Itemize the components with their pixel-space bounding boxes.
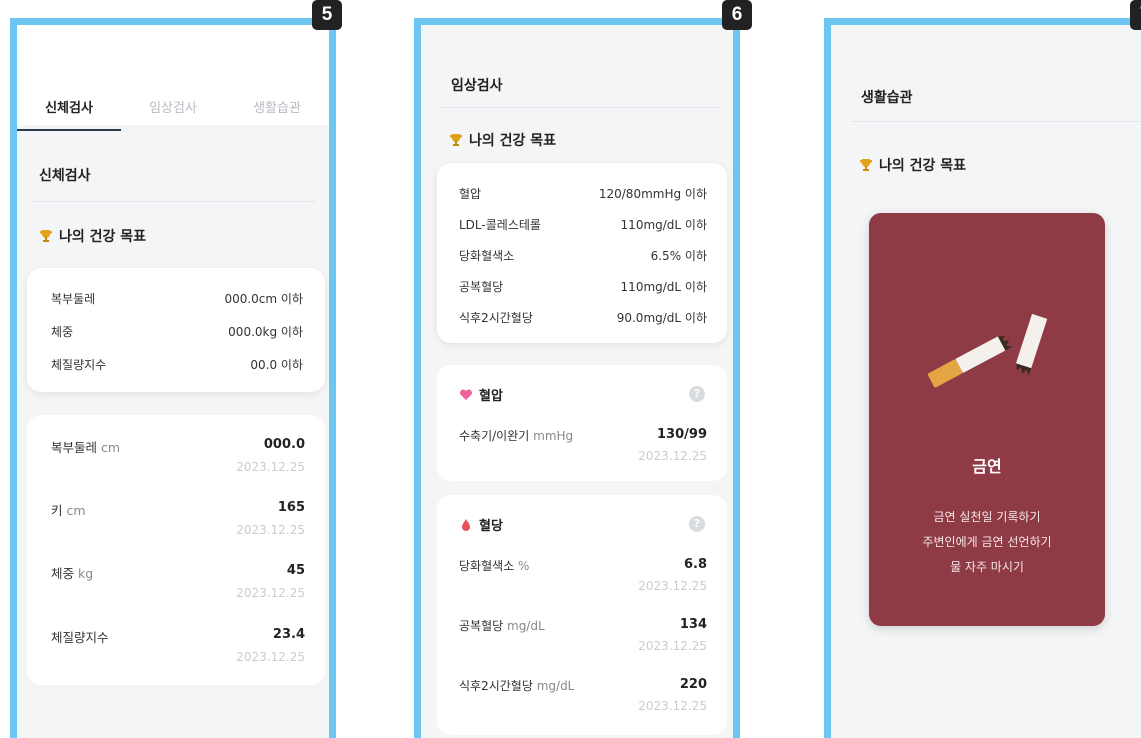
goal-row: 복부둘레 000.0cm 이하	[27, 290, 325, 307]
goal-label: 체질량지수	[51, 358, 107, 372]
blood-pressure-card[interactable]: 혈압 ? 수축기/이완기 mmHg 130/99 2023.12.25	[437, 365, 727, 481]
blood-sugar-card[interactable]: 혈당 ? 당화혈색소 % 6.8 2023.12.25 공복혈당 mg/dL 1…	[437, 495, 727, 735]
screen-physical-exam: 신체검사 임상검사 생활습관 신체검사 나의 건강 목표 복부둘레 000.0cm…	[10, 18, 336, 738]
record-label: 수축기/이완기 mmHg	[459, 429, 574, 443]
goal-row: 체중 000.0kg 이하	[27, 323, 325, 340]
goal-value: 120/80mmHg 이하	[598, 187, 707, 201]
tab-physical-exam[interactable]: 신체검사	[17, 83, 121, 131]
trophy-icon	[40, 230, 52, 242]
record-label: 공복혈당 mg/dL	[459, 619, 545, 633]
screen-clinical-exam: 임상검사 나의 건강 목표 혈압 120/80mmHg 이하 LDL-콜레스테롤 1…	[414, 18, 740, 738]
record-label: 체중 kg	[51, 566, 94, 581]
goal-value: 110mg/dL 이하	[620, 280, 707, 294]
tab-clinical-exam[interactable]: 임상검사	[121, 83, 225, 125]
step-badge: 5	[312, 0, 342, 30]
record-date: 2023.12.25	[236, 586, 305, 600]
record-date: 2023.12.25	[236, 650, 305, 664]
section-title: 생활습관	[861, 90, 913, 106]
goal-row: 체질량지수 00.0 이하	[27, 356, 325, 373]
card-line: 금연 실천일 기록하기	[933, 510, 1041, 524]
goal-title: 나의 건강 목표	[469, 133, 557, 149]
goal-row: 공복혈당 110mg/dL 이하	[437, 278, 727, 295]
card-line: 물 자주 마시기	[950, 560, 1024, 574]
goal-card: 혈압 120/80mmHg 이하 LDL-콜레스테롤 110mg/dL 이하 당화혈…	[437, 163, 727, 343]
goal-title: 나의 건강 목표	[879, 158, 967, 174]
goal-value: 000.0kg 이하	[228, 325, 303, 339]
goal-label: 당화혈색소	[459, 249, 515, 263]
section-title: 신체검사	[39, 168, 91, 184]
goal-label: 공복혈당	[459, 280, 504, 294]
goal-heading: 나의 건강 목표	[39, 226, 146, 246]
section-title: 임상검사	[451, 78, 503, 94]
goal-row: LDL-콜레스테롤 110mg/dL 이하	[437, 216, 727, 233]
goal-label: 체중	[51, 325, 74, 339]
record-value: 134	[679, 617, 707, 632]
quit-smoking-card[interactable]: 금연 금연 실천일 기록하기 주변인에게 금연 선언하기 물 자주 마시기	[869, 213, 1105, 626]
record-value: 130/99	[657, 427, 707, 442]
record-label: 복부둘레 cm	[51, 440, 121, 455]
record-value: 6.8	[683, 557, 707, 572]
heart-icon	[460, 389, 472, 400]
record-label: 식후2시간혈당 mg/dL	[459, 679, 575, 693]
record-date: 2023.12.25	[236, 523, 305, 537]
broken-cigarette-icon	[927, 313, 1048, 388]
step-badge: 6	[722, 0, 752, 30]
card-title: 혈당	[479, 519, 503, 534]
record-date: 2023.12.25	[236, 460, 305, 474]
divider	[851, 121, 1141, 122]
blood-drop-icon	[462, 518, 470, 531]
record-label: 체질량지수	[51, 630, 109, 645]
step-badge: 7	[1130, 0, 1141, 30]
record-date: 2023.12.25	[638, 639, 707, 653]
help-icon[interactable]: ?	[689, 386, 705, 402]
goal-heading: 나의 건강 목표	[859, 155, 966, 175]
tab-bar: 신체검사 임상검사 생활습관	[17, 83, 329, 131]
record-value: 220	[679, 677, 707, 692]
goal-card: 복부둘레 000.0cm 이하 체중 000.0kg 이하 체질량지수 00.0 이하	[27, 268, 325, 392]
tab-lifestyle[interactable]: 생활습관	[225, 83, 329, 125]
goal-value: 00.0 이하	[250, 358, 303, 372]
card-heading: 혈압	[459, 385, 503, 404]
trophy-icon	[450, 134, 462, 146]
record-date: 2023.12.25	[638, 449, 707, 463]
record-value: 23.4	[272, 627, 305, 642]
screen-lifestyle: 생활습관 나의 건강 목표 금연 금연 실천일 기록하기 주변인에게 금연 선언…	[824, 18, 1141, 738]
record-date: 2023.12.25	[638, 579, 707, 593]
goal-row: 당화혈색소 6.5% 이하	[437, 247, 727, 264]
divider	[441, 107, 719, 108]
goal-label: LDL-콜레스테롤	[459, 218, 541, 232]
divider	[31, 201, 315, 202]
goal-label: 복부둘레	[51, 292, 96, 306]
goal-heading: 나의 건강 목표	[449, 130, 556, 150]
goal-label: 혈압	[459, 187, 482, 201]
record-value: 165	[277, 500, 305, 515]
records-card: 복부둘레 cm 000.0 2023.12.25 키 cm 165 2023.1…	[27, 415, 325, 685]
card-title: 금연	[972, 457, 1002, 476]
goal-value: 6.5% 이하	[650, 249, 707, 263]
goal-row: 혈압 120/80mmHg 이하	[437, 185, 727, 202]
card-line: 주변인에게 금연 선언하기	[922, 535, 1052, 549]
record-label: 당화혈색소 %	[459, 559, 530, 573]
card-heading: 혈당	[459, 515, 503, 534]
record-label: 키 cm	[51, 503, 86, 518]
goal-value: 90.0mg/dL 이하	[616, 311, 707, 325]
goal-title: 나의 건강 목표	[59, 229, 147, 245]
goal-row: 식후2시간혈당 90.0mg/dL 이하	[437, 309, 727, 326]
record-date: 2023.12.25	[638, 699, 707, 713]
record-value: 000.0	[263, 437, 305, 452]
record-value: 45	[286, 563, 305, 578]
card-title: 혈압	[479, 389, 503, 404]
trophy-icon	[860, 159, 872, 171]
goal-label: 식후2시간혈당	[459, 311, 533, 325]
help-icon[interactable]: ?	[689, 516, 705, 532]
goal-value: 110mg/dL 이하	[620, 218, 707, 232]
goal-value: 000.0cm 이하	[224, 292, 303, 306]
